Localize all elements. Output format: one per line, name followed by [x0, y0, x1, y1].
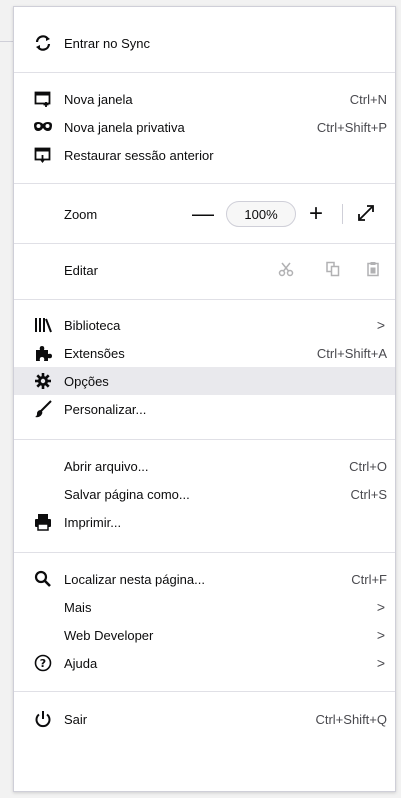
- zoom-in-button[interactable]: +: [309, 202, 323, 226]
- copy-icon[interactable]: [325, 261, 341, 280]
- menu-item-library[interactable]: Biblioteca >: [14, 311, 395, 339]
- submenu-arrow-icon: >: [376, 599, 385, 615]
- menu-item-zoom: Zoom — 100% +: [14, 197, 395, 231]
- web-developer-label: Web Developer: [64, 627, 154, 643]
- open-file-label: Abrir arquivo...: [64, 458, 149, 474]
- quit-shortcut: Ctrl+Shift+Q: [315, 711, 387, 727]
- submenu-arrow-icon: >: [376, 627, 385, 643]
- menu-item-print[interactable]: Imprimir...: [14, 508, 395, 536]
- menu-item-edit: Editar: [14, 255, 395, 285]
- zoom-divider: [342, 204, 343, 224]
- customize-label: Personalizar...: [64, 401, 147, 417]
- search-icon: [32, 568, 54, 590]
- cut-icon[interactable]: [278, 261, 294, 280]
- private-window-label: Nova janela privativa: [64, 119, 185, 135]
- new-window-label: Nova janela: [64, 91, 133, 107]
- menu-item-web-developer[interactable]: Web Developer >: [14, 621, 395, 649]
- find-shortcut: Ctrl+F: [351, 571, 387, 587]
- menu-item-private-window[interactable]: Nova janela privativa Ctrl+Shift+P: [14, 113, 395, 141]
- save-page-label: Salvar página como...: [64, 486, 190, 502]
- menu-item-extensions[interactable]: Extensões Ctrl+Shift+A: [14, 339, 395, 367]
- separator: [14, 691, 395, 692]
- library-label: Biblioteca: [64, 317, 121, 333]
- menu-item-restore-session[interactable]: Restaurar sessão anterior: [14, 141, 395, 169]
- separator: [14, 439, 395, 440]
- help-label: Ajuda: [64, 655, 98, 671]
- sync-icon: [32, 32, 54, 54]
- help-icon: ?: [32, 652, 54, 674]
- private-window-shortcut: Ctrl+Shift+P: [316, 119, 387, 135]
- edit-label: Editar: [64, 262, 98, 278]
- print-label: Imprimir...: [64, 514, 122, 530]
- paintbrush-icon: [32, 398, 54, 420]
- submenu-arrow-icon: >: [376, 655, 385, 671]
- menu-item-find[interactable]: Localizar nesta página... Ctrl+F: [14, 565, 395, 593]
- submenu-arrow-icon: >: [376, 317, 385, 333]
- paste-icon[interactable]: [365, 261, 381, 280]
- fullscreen-icon[interactable]: [357, 204, 375, 225]
- separator: [14, 183, 395, 184]
- more-label: Mais: [64, 599, 92, 615]
- new-window-shortcut: Ctrl+N: [349, 91, 387, 107]
- menu-item-new-window[interactable]: Nova janela Ctrl+N: [14, 85, 395, 113]
- app-menu-panel: Entrar no Sync Nova janela Ctrl+N Nova j…: [13, 6, 396, 792]
- zoom-out-button[interactable]: —: [192, 203, 214, 225]
- restore-session-icon: [32, 144, 54, 166]
- menu-item-sync[interactable]: Entrar no Sync: [14, 29, 395, 57]
- power-icon: [32, 708, 54, 730]
- menu-item-open-file[interactable]: Abrir arquivo... Ctrl+O: [14, 452, 395, 480]
- find-label: Localizar nesta página...: [64, 571, 205, 587]
- quit-label: Sair: [64, 711, 88, 727]
- menu-item-save-page[interactable]: Salvar página como... Ctrl+S: [14, 480, 395, 508]
- printer-icon: [32, 511, 54, 533]
- toolbar-edge: [0, 41, 14, 42]
- restore-session-label: Restaurar sessão anterior: [64, 147, 214, 163]
- extensions-label: Extensões: [64, 345, 125, 361]
- separator: [14, 299, 395, 300]
- new-window-icon: [32, 88, 54, 110]
- menu-item-options[interactable]: Opções: [14, 367, 395, 395]
- svg-text:?: ?: [40, 657, 46, 670]
- menu-item-more[interactable]: Mais >: [14, 593, 395, 621]
- zoom-label: Zoom: [64, 206, 98, 222]
- menu-item-help[interactable]: ? Ajuda >: [14, 649, 395, 677]
- separator: [14, 72, 395, 73]
- save-page-shortcut: Ctrl+S: [350, 486, 387, 502]
- separator: [14, 552, 395, 553]
- sync-label: Entrar no Sync: [64, 35, 150, 51]
- puzzle-icon: [32, 342, 54, 364]
- private-mask-icon: [32, 116, 54, 138]
- open-file-shortcut: Ctrl+O: [349, 458, 387, 474]
- gear-icon: [32, 370, 54, 392]
- extensions-shortcut: Ctrl+Shift+A: [316, 345, 387, 361]
- zoom-reset-button[interactable]: 100%: [226, 201, 296, 227]
- menu-item-quit[interactable]: Sair Ctrl+Shift+Q: [14, 705, 395, 733]
- menu-item-customize[interactable]: Personalizar...: [14, 395, 395, 423]
- options-label: Opções: [64, 373, 109, 389]
- separator: [14, 243, 395, 244]
- library-icon: [32, 314, 54, 336]
